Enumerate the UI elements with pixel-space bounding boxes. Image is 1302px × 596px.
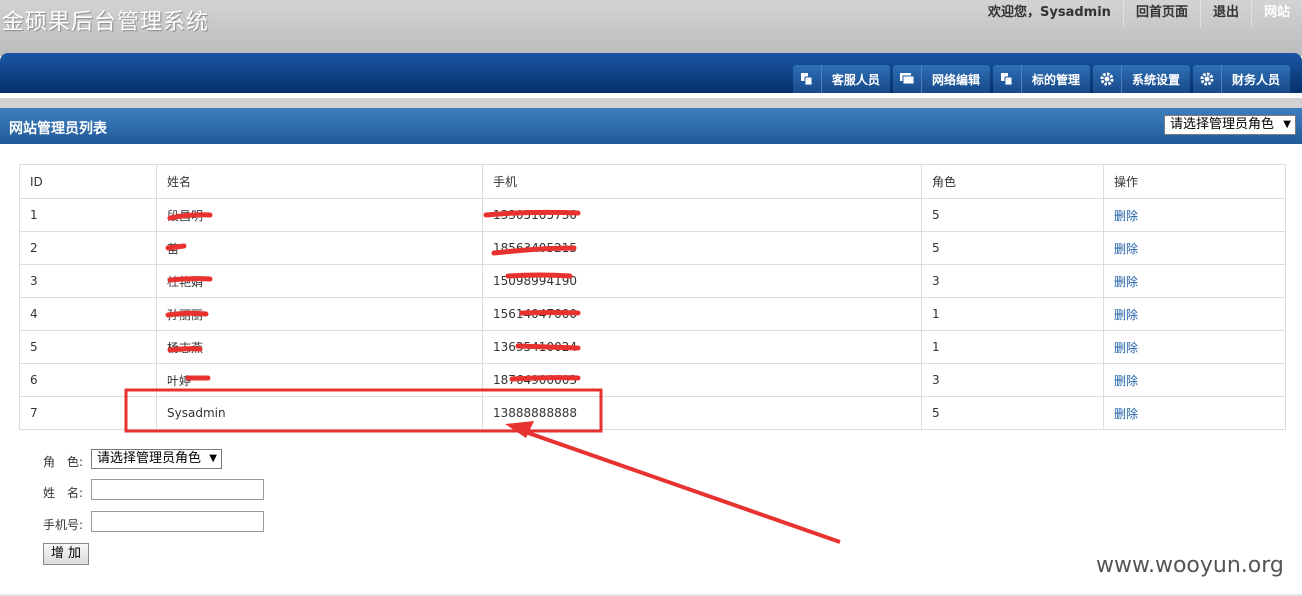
phone-input[interactable] xyxy=(91,511,264,532)
table-row: 4 孙丽丽 15614047000 1 删除 xyxy=(19,297,1286,331)
name-input[interactable] xyxy=(91,479,264,500)
watermark: www.wooyun.org xyxy=(1096,553,1284,578)
table-row: 3 杜艳娟 15098994190 3 删除 xyxy=(19,264,1286,298)
cell-phone: 13305105730 xyxy=(482,198,922,232)
cell-role: 1 xyxy=(921,297,1104,331)
dropdown-arrow-icon: ▼ xyxy=(209,453,217,464)
copy-icon xyxy=(793,65,822,93)
app-title: 金硕果后台管理系统 xyxy=(2,10,210,35)
table-row: 7 Sysadmin 13888888888 5 删除 xyxy=(19,396,1286,430)
cell-name: 段昌明 xyxy=(156,198,483,232)
tab-finance-staff[interactable]: 财务人员 xyxy=(1192,65,1290,93)
cell-phone: 13635410024 xyxy=(482,330,922,364)
list-header-bar: 网站管理员列表 xyxy=(0,108,1302,144)
table-row: 5 杨志燕 13635410024 1 删除 xyxy=(19,330,1286,364)
header-role: 角色 xyxy=(921,164,1104,199)
cell-id: 3 xyxy=(19,264,157,298)
table-header-row: ID 姓名 手机 角色 操作 xyxy=(19,164,1286,199)
tab-system-settings[interactable]: 系统设置 xyxy=(1092,65,1190,93)
cell-phone: 18764900003 xyxy=(482,363,922,397)
cell-phone: 15098994190 xyxy=(482,264,922,298)
add-button[interactable]: 增 加 xyxy=(43,543,89,565)
role-select[interactable]: 请选择管理员角色 ▼ xyxy=(91,449,222,469)
cell-role: 5 xyxy=(921,198,1104,232)
cell-action: 删除 xyxy=(1103,363,1286,397)
home-link[interactable]: 回首页面 xyxy=(1122,0,1200,28)
tab-label: 客服人员 xyxy=(831,72,880,87)
top-links: 欢迎您，Sysadmin 回首页面 退出 网站 xyxy=(976,0,1302,28)
logout-link[interactable]: 退出 xyxy=(1199,0,1251,28)
copy-icon xyxy=(993,65,1022,93)
cell-phone: 13888888888 xyxy=(482,396,922,430)
delete-link[interactable]: 删除 xyxy=(1114,341,1138,355)
cell-name: 叶婷 xyxy=(156,363,483,397)
cell-role: 5 xyxy=(921,231,1104,265)
cell-action: 删除 xyxy=(1103,231,1286,265)
windows-icon xyxy=(893,65,922,93)
nav-tabs: 客服人员 网络编辑 标的管理 系统设置 财务人员 xyxy=(792,65,1290,93)
cell-action: 删除 xyxy=(1103,264,1286,298)
cell-action: 删除 xyxy=(1103,198,1286,232)
delete-link[interactable]: 删除 xyxy=(1114,209,1138,223)
table-row: 6 叶婷 18764900003 3 删除 xyxy=(19,363,1286,397)
tab-label: 系统设置 xyxy=(1131,72,1180,87)
role-filter-value: 请选择管理员角色 xyxy=(1170,117,1275,132)
tab-customer-service[interactable]: 客服人员 xyxy=(792,65,890,93)
gear-icon xyxy=(1193,65,1222,93)
phone-label: 手机号: xyxy=(43,518,84,532)
cell-name: 孙丽丽 xyxy=(156,297,483,331)
cell-action: 删除 xyxy=(1103,396,1286,430)
cell-id: 5 xyxy=(19,330,157,364)
cell-action: 删除 xyxy=(1103,330,1286,364)
delete-link[interactable]: 删除 xyxy=(1114,275,1138,289)
name-label: 姓 名: xyxy=(43,486,84,500)
role-filter-select[interactable]: 请选择管理员角色 ▼ xyxy=(1164,115,1296,135)
cell-phone: 15614047000 xyxy=(482,297,922,331)
delete-link[interactable]: 删除 xyxy=(1114,374,1138,388)
tab-label: 财务人员 xyxy=(1231,72,1280,87)
cell-name: 苗 xyxy=(156,231,483,265)
cell-id: 2 xyxy=(19,231,157,265)
header-name: 姓名 xyxy=(156,164,483,199)
tab-network-editor[interactable]: 网络编辑 xyxy=(892,65,990,93)
cell-role: 3 xyxy=(921,264,1104,298)
cell-phone: 18563405215 xyxy=(482,231,922,265)
cell-role: 1 xyxy=(921,330,1104,364)
cell-role: 3 xyxy=(921,363,1104,397)
table-row: 2 苗 18563405215 5 删除 xyxy=(19,231,1286,265)
cell-id: 1 xyxy=(19,198,157,232)
delete-link[interactable]: 删除 xyxy=(1114,242,1138,256)
website-link[interactable]: 网站 xyxy=(1250,0,1302,28)
cell-role: 5 xyxy=(921,396,1104,430)
dropdown-arrow-icon: ▼ xyxy=(1283,119,1291,130)
gear-icon xyxy=(1093,65,1122,93)
delete-link[interactable]: 删除 xyxy=(1114,407,1138,421)
tab-label: 网络编辑 xyxy=(931,72,980,87)
role-label: 角 色: xyxy=(43,455,84,469)
divider xyxy=(0,98,1302,108)
welcome-text: 欢迎您，Sysadmin xyxy=(988,5,1111,20)
cell-id: 4 xyxy=(19,297,157,331)
header-action: 操作 xyxy=(1103,164,1286,199)
cell-name: 杨志燕 xyxy=(156,330,483,364)
role-select-value: 请选择管理员角色 xyxy=(97,451,202,466)
list-title: 网站管理员列表 xyxy=(9,121,107,137)
cell-action: 删除 xyxy=(1103,297,1286,331)
header-phone: 手机 xyxy=(482,164,922,199)
header-id: ID xyxy=(19,164,157,199)
cell-id: 6 xyxy=(19,363,157,397)
cell-id: 7 xyxy=(19,396,157,430)
cell-name: Sysadmin xyxy=(156,396,483,430)
tab-label: 标的管理 xyxy=(1031,72,1080,87)
admin-table: ID 姓名 手机 角色 操作 1 段昌明 13305105730 5 删除 2 … xyxy=(19,164,1286,430)
delete-link[interactable]: 删除 xyxy=(1114,308,1138,322)
pointer-arrow xyxy=(513,426,841,544)
table-row: 1 段昌明 13305105730 5 删除 xyxy=(19,198,1286,232)
tab-bid-management[interactable]: 标的管理 xyxy=(992,65,1090,93)
cell-name: 杜艳娟 xyxy=(156,264,483,298)
